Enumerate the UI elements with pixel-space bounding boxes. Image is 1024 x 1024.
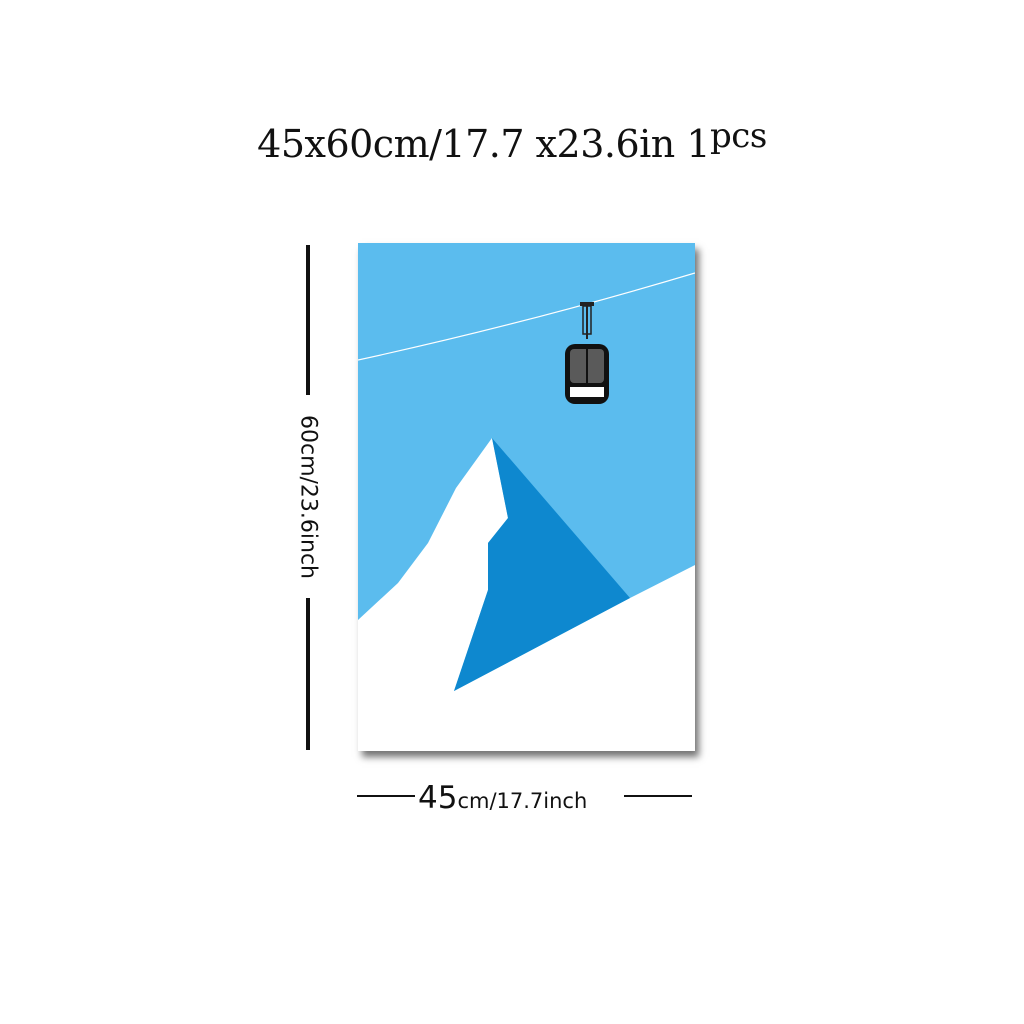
height-dimension-line-top	[306, 245, 310, 395]
width-dimension-line-left	[357, 795, 415, 797]
size-title-main: 45x60cm/17.7 x23.6in 1	[257, 122, 711, 166]
height-dimension-label: 60cm/23.6inch	[295, 414, 321, 580]
width-dimension-number: 45	[418, 780, 458, 816]
size-title-suffix: pcs	[710, 116, 767, 156]
width-dimension-rest: cm/17.7inch	[457, 789, 588, 813]
poster-canvas	[358, 243, 695, 751]
size-title: 45x60cm/17.7 x23.6in 1pcs	[0, 116, 1024, 166]
width-dimension-label: 45cm/17.7inch	[418, 780, 587, 816]
poster-artwork	[358, 243, 695, 751]
product-image: 45x60cm/17.7 x23.6in 1pcs 60cm/23.6inch …	[0, 0, 1024, 1024]
height-dimension-line-bottom	[306, 598, 310, 750]
width-dimension-line-right	[624, 795, 692, 797]
